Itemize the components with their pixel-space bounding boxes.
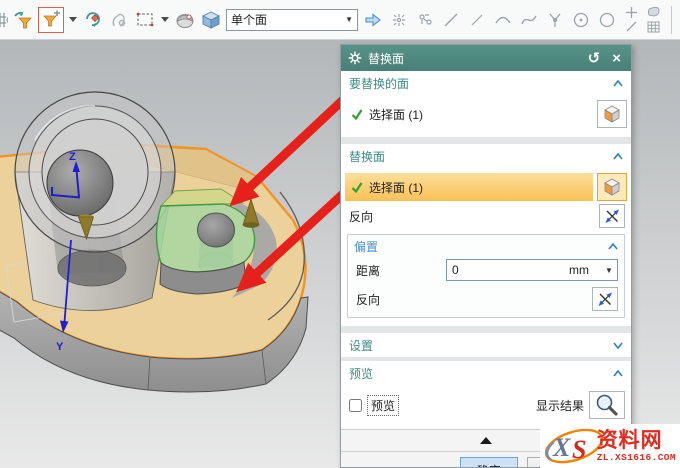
chevron-down-icon: [613, 342, 623, 349]
axis-y-label: Y: [56, 341, 64, 353]
nx-application-window: 单个面 ▼: [0, 0, 680, 468]
forward-arrow-icon[interactable]: [362, 8, 384, 32]
group-title: 设置: [349, 337, 613, 354]
ellipse-icon[interactable]: [596, 8, 618, 32]
reverse-direction-label: 反向: [349, 208, 599, 225]
select-face-row-1[interactable]: 选择面 (1): [345, 100, 593, 128]
group-replacement-face: 替换面 选择面 (1) 反向: [341, 144, 631, 326]
reverse-direction-icon: [603, 207, 621, 225]
select-face-label-2: 选择面 (1): [369, 179, 423, 196]
group-title: 要替换的面: [349, 75, 613, 92]
dialog-title-bar[interactable]: 替换面 ↺ ×: [341, 45, 631, 71]
offset-reverse-button[interactable]: [592, 287, 618, 311]
check-icon: [351, 181, 363, 193]
selection-toolbar: 单个面 ▼: [0, 0, 680, 40]
toolbar-separator: [671, 6, 672, 34]
offset-reverse-label: 反向: [356, 291, 592, 308]
group-header-replacement-face[interactable]: 替换面: [341, 144, 631, 168]
distance-input[interactable]: [447, 263, 525, 277]
dialog-title: 替换面: [368, 50, 579, 67]
watermark-logo-x: X: [552, 433, 571, 462]
chevron-up-icon: [613, 370, 623, 377]
branch-icon[interactable]: [544, 8, 566, 32]
replace-face-dialog: 替换面 ↺ × 要替换的面 选择面 (1): [340, 44, 632, 468]
cube-face-icon: [602, 177, 622, 197]
group-header-faces-to-replace[interactable]: 要替换的面: [341, 71, 631, 95]
chevron-up-icon: [608, 243, 618, 250]
model-boss-bore[interactable]: [47, 150, 113, 216]
shaded-view-icon[interactable]: [174, 8, 196, 32]
annotation-arrow-1: [249, 99, 344, 188]
line-icon[interactable]: [440, 8, 462, 32]
magnifier-icon: [594, 393, 620, 417]
filter-plus-icon[interactable]: [38, 7, 64, 33]
reverse-direction-icon: [596, 290, 614, 308]
distance-input-combo: mm ▼: [446, 259, 618, 281]
snap-filter-icon[interactable]: [12, 8, 34, 32]
group-settings: 设置: [341, 333, 631, 357]
rotate-point-icon[interactable]: [82, 8, 104, 32]
watermark-logo: X S: [542, 425, 603, 467]
spline-icon[interactable]: [518, 8, 540, 32]
face-selection-cube-button-2[interactable]: [597, 173, 627, 201]
watermark-logo-s: S: [572, 435, 586, 464]
group-preview: 预览 预览 显示结果: [341, 361, 631, 429]
face-rule-value: 单个面: [231, 11, 341, 28]
offset-groupbox: 偏置 距离 mm ▼ 反向: [347, 234, 625, 318]
glass-cube-icon[interactable]: [200, 8, 222, 32]
model-pad-hole[interactable]: [198, 213, 235, 247]
group-header-settings[interactable]: 设置: [341, 333, 631, 357]
rect-select-dropdown-caret[interactable]: [160, 17, 170, 22]
close-icon[interactable]: ×: [609, 51, 624, 66]
group-faces-to-replace: 要替换的面 选择面 (1): [341, 71, 631, 137]
group-header-preview[interactable]: 预览: [341, 361, 631, 385]
pattern-move-icon[interactable]: [414, 8, 436, 32]
cube-face-icon: [602, 104, 622, 124]
line-alt-icon[interactable]: [466, 8, 488, 32]
watermark-site-name: 资料网: [597, 430, 663, 451]
combo-caret-icon[interactable]: ▼: [345, 15, 353, 24]
distance-dropdown-caret[interactable]: ▼: [601, 266, 617, 275]
offset-title: 偏置: [354, 238, 608, 255]
watermark: X S 资料网 ZL.XS1616.COM: [540, 424, 680, 468]
arc-icon[interactable]: [492, 8, 514, 32]
collapse-up-icon: [480, 437, 492, 444]
reverse-direction-button[interactable]: [599, 204, 625, 228]
select-face-label-1: 选择面 (1): [369, 106, 423, 123]
clipped-tool-icon[interactable]: [0, 8, 8, 32]
axis-z-label: Z: [69, 151, 76, 163]
show-result-button[interactable]: [589, 391, 625, 419]
select-face-row-2-active[interactable]: 选择面 (1): [345, 173, 593, 201]
face-grid-stack-icon[interactable]: [644, 4, 662, 36]
rect-select-icon[interactable]: [134, 8, 156, 32]
circle-center-icon[interactable]: [570, 8, 592, 32]
distance-label: 距离: [356, 262, 446, 279]
plus-line-stack-icon[interactable]: [622, 4, 640, 36]
offset-group-header[interactable]: 偏置: [354, 235, 618, 257]
chevron-up-icon: [613, 80, 623, 87]
scatter-points-icon[interactable]: [388, 8, 410, 32]
distance-unit: mm: [569, 263, 601, 277]
watermark-site-url: ZL.XS1616.COM: [597, 453, 676, 463]
group-title: 预览: [349, 365, 613, 382]
gear-icon: [348, 51, 362, 65]
preview-checkbox-label[interactable]: 预览: [367, 395, 399, 416]
reset-icon[interactable]: ↺: [585, 51, 604, 66]
filter-dropdown-caret[interactable]: [68, 17, 78, 22]
face-selection-cube-button-1[interactable]: [597, 100, 627, 128]
show-result-label: 显示结果: [536, 397, 584, 414]
face-rule-combobox[interactable]: 单个面 ▼: [226, 9, 358, 31]
preview-checkbox[interactable]: [349, 399, 362, 412]
pan-handle-icon[interactable]: [108, 8, 130, 32]
ok-button[interactable]: 确定: [460, 457, 518, 468]
check-icon: [351, 108, 363, 120]
group-title: 替换面: [349, 148, 613, 165]
chevron-up-icon: [613, 153, 623, 160]
